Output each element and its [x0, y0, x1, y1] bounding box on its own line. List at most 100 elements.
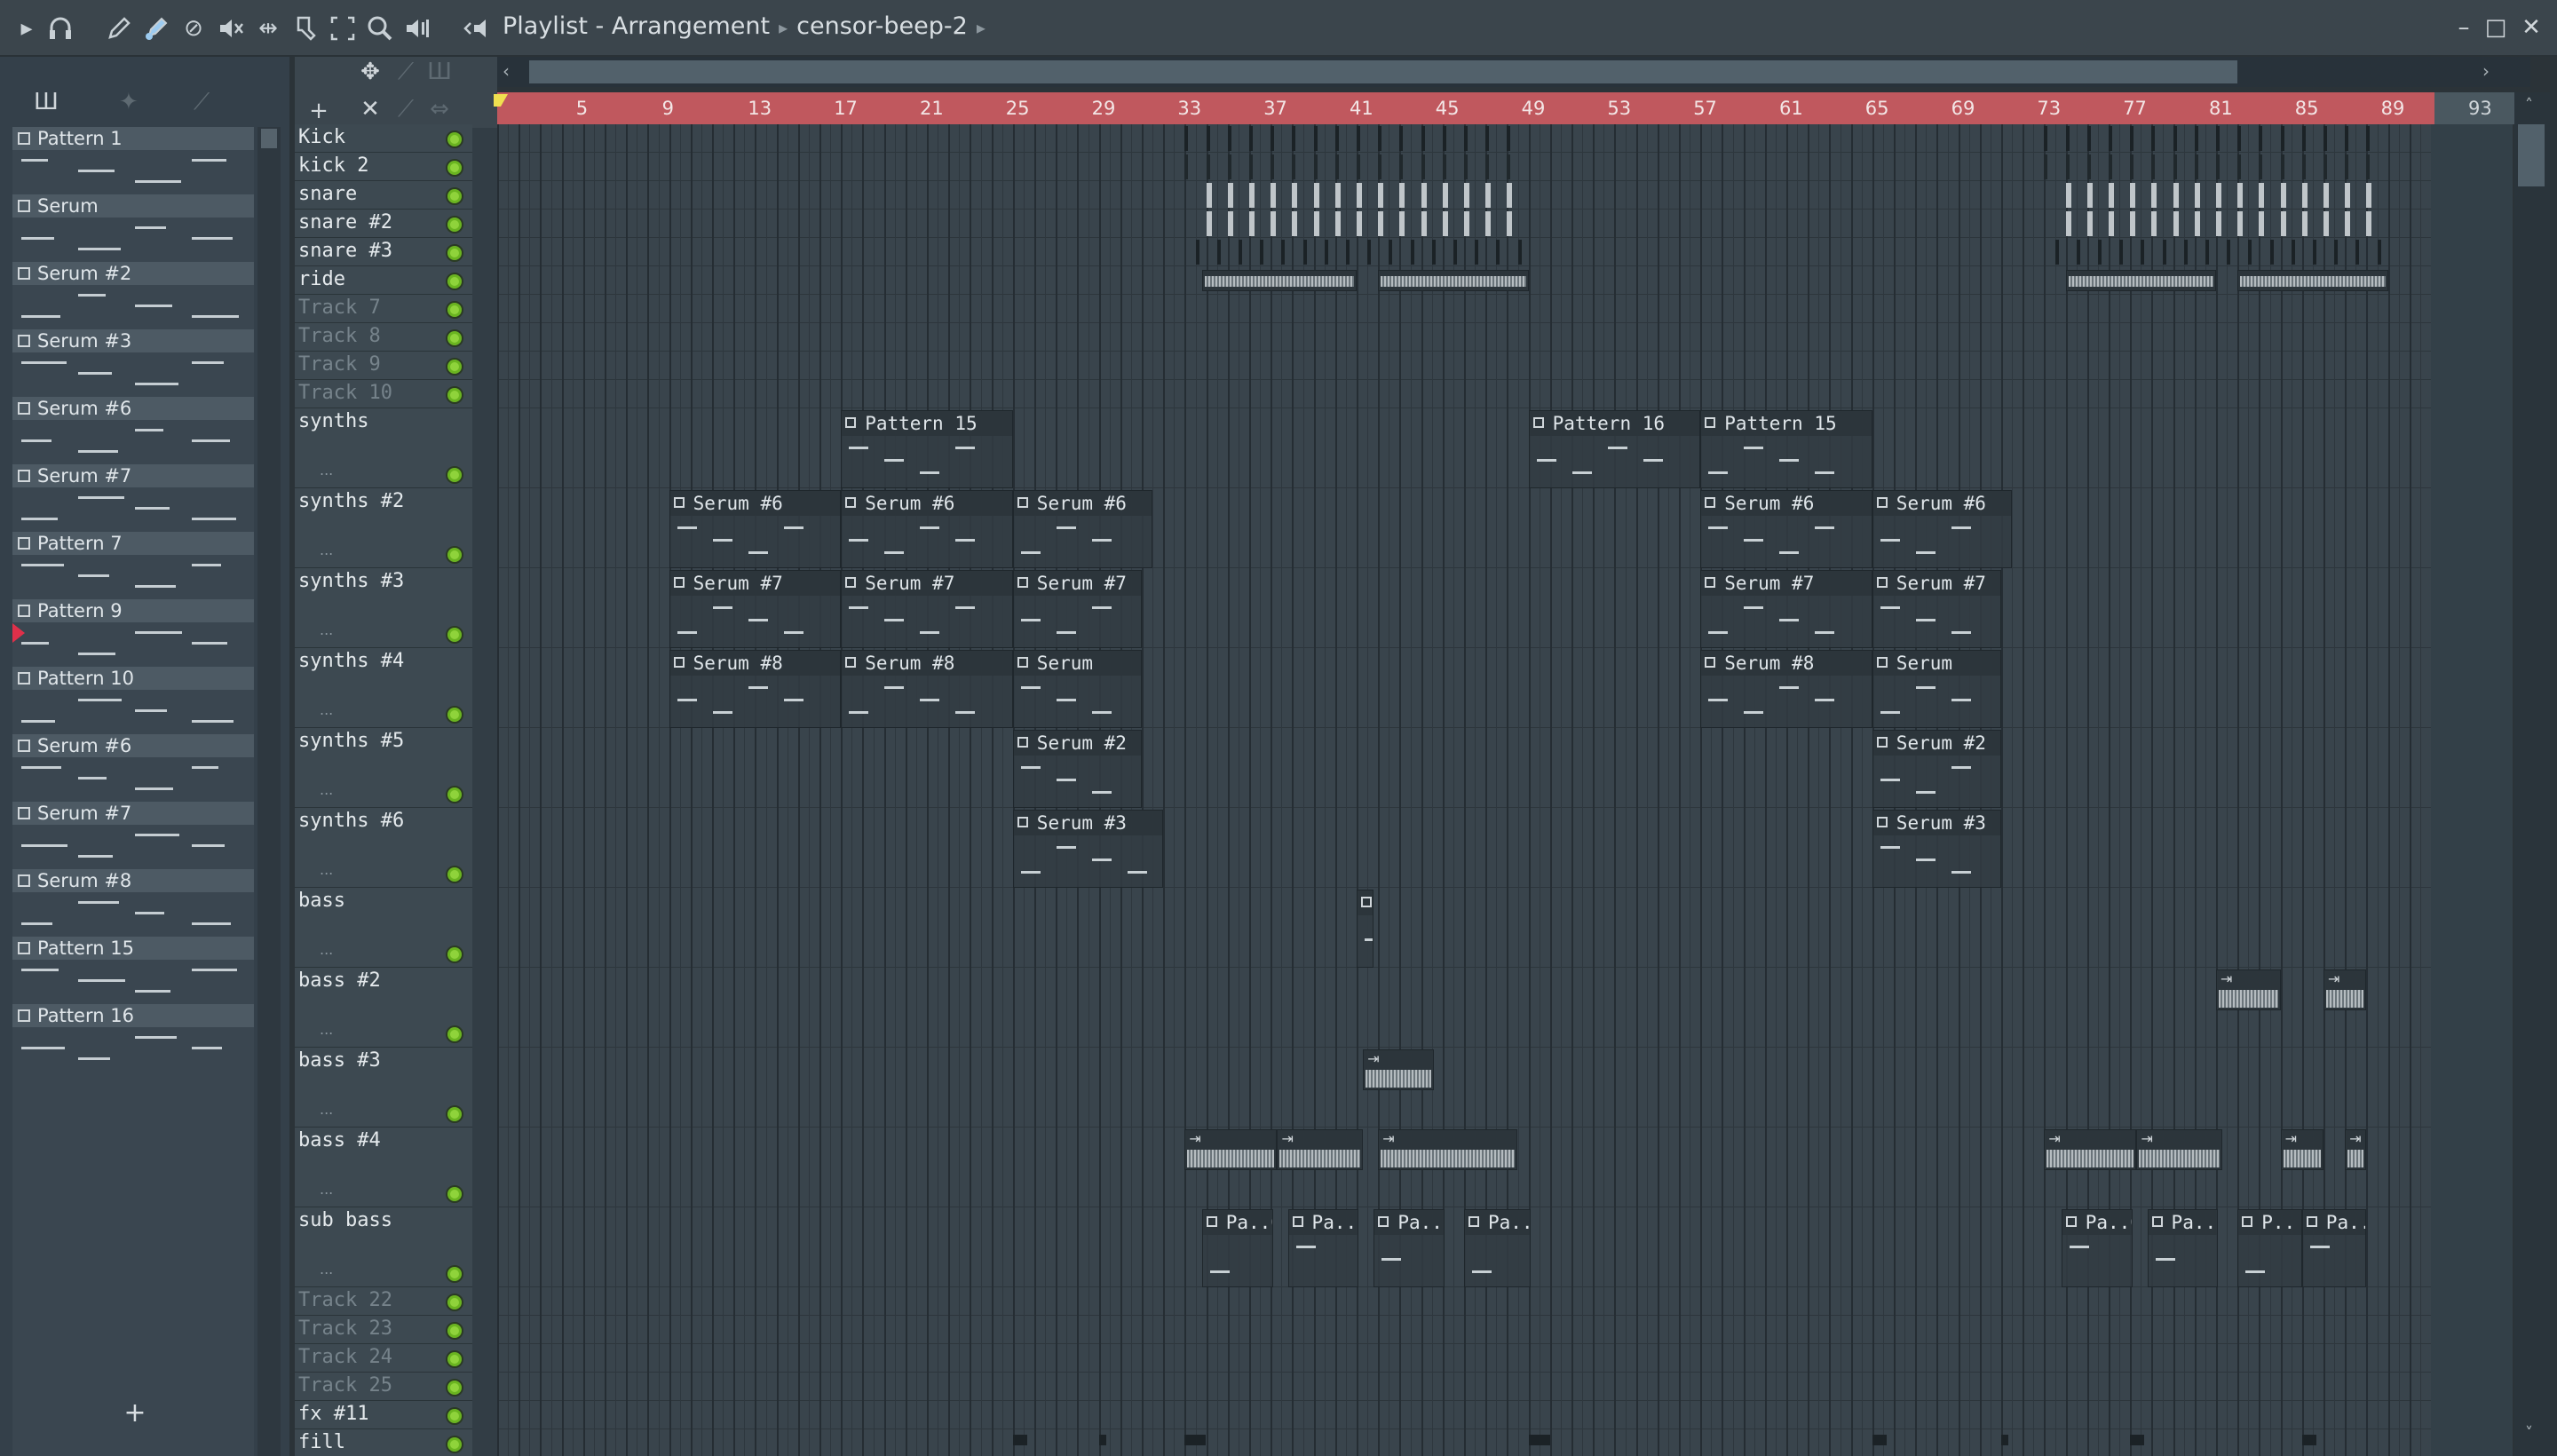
- drum-hit[interactable]: [1507, 154, 1511, 179]
- audio-clip[interactable]: ⇥: [1363, 1049, 1435, 1090]
- track-mute-led[interactable]: [446, 273, 463, 290]
- track-header[interactable]: fx #11: [295, 1401, 472, 1429]
- drum-hit[interactable]: [2194, 126, 2198, 151]
- drum-hit[interactable]: [2227, 240, 2231, 265]
- track-mute-led[interactable]: [446, 1379, 463, 1397]
- drum-hit[interactable]: [2366, 154, 2371, 179]
- drum-hit[interactable]: [2259, 154, 2263, 179]
- fill-clip[interactable]: [1872, 1435, 1887, 1445]
- drum-hit[interactable]: [2323, 126, 2327, 151]
- drum-hit[interactable]: [1485, 126, 1490, 151]
- drum-hit[interactable]: [1357, 126, 1360, 151]
- drum-hit[interactable]: [1442, 211, 1448, 236]
- pattern-item[interactable]: Pattern 16: [12, 1004, 254, 1072]
- track-mute-led[interactable]: [446, 866, 463, 883]
- track-header[interactable]: sub bass...: [295, 1207, 472, 1287]
- pattern-item[interactable]: Serum #6: [12, 734, 254, 802]
- drum-hit[interactable]: [2312, 240, 2316, 265]
- track-header[interactable]: Track 10: [295, 380, 472, 408]
- drum-hit[interactable]: [1271, 183, 1277, 208]
- drum-hit[interactable]: [2173, 154, 2177, 179]
- overview-thumb[interactable]: [529, 60, 2237, 83]
- track-options-icon[interactable]: ...: [320, 941, 333, 958]
- drum-hit[interactable]: [1485, 211, 1492, 236]
- drum-hit[interactable]: [1421, 183, 1427, 208]
- fill-clip[interactable]: [1012, 1435, 1027, 1445]
- drum-hit[interactable]: [1227, 211, 1233, 236]
- drum-hit[interactable]: [2334, 240, 2339, 265]
- track-options-icon[interactable]: ...: [320, 462, 333, 479]
- drum-hit[interactable]: [1475, 240, 1479, 265]
- drum-hit[interactable]: [1313, 154, 1318, 179]
- drum-hit[interactable]: [2130, 154, 2134, 179]
- vertical-scroll-thumb[interactable]: [2518, 124, 2545, 186]
- fill-clip[interactable]: [2001, 1435, 2008, 1445]
- fill-clip[interactable]: [2130, 1435, 2145, 1445]
- drum-hit[interactable]: [2355, 240, 2360, 265]
- drum-hit[interactable]: [2248, 240, 2252, 265]
- drum-hit[interactable]: [2301, 126, 2306, 151]
- drum-hit[interactable]: [2054, 240, 2059, 265]
- drum-hit[interactable]: [2259, 211, 2265, 236]
- speaker-menu-icon[interactable]: [462, 14, 490, 43]
- drum-hit[interactable]: [1195, 240, 1199, 265]
- drum-hit[interactable]: [1357, 183, 1362, 208]
- ride-clip[interactable]: [1378, 270, 1529, 291]
- drum-hit[interactable]: [1357, 154, 1360, 179]
- drum-hit[interactable]: [1271, 154, 1275, 179]
- drum-hit[interactable]: [1399, 126, 1404, 151]
- drum-hit[interactable]: [2151, 126, 2156, 151]
- drum-hit[interactable]: [2109, 211, 2114, 236]
- pattern-item[interactable]: Serum #7: [12, 802, 254, 869]
- drum-hit[interactable]: [2076, 240, 2080, 265]
- pattern-clip[interactable]: Serum #7: [1012, 570, 1142, 648]
- audio-clip[interactable]: ⇥: [2136, 1129, 2223, 1170]
- drum-hit[interactable]: [1292, 154, 1296, 179]
- track-options-icon[interactable]: ...: [320, 1021, 333, 1038]
- drum-hit[interactable]: [2097, 240, 2102, 265]
- track-options-icon[interactable]: ...: [320, 861, 333, 878]
- drum-hit[interactable]: [2291, 240, 2295, 265]
- drum-hit[interactable]: [1313, 211, 1319, 236]
- drum-hit[interactable]: [2044, 126, 2048, 151]
- drum-hit[interactable]: [2323, 183, 2329, 208]
- drum-hit[interactable]: [1227, 154, 1231, 179]
- track-mute-led[interactable]: [446, 466, 463, 484]
- drum-hit[interactable]: [2280, 154, 2284, 179]
- pattern-clip[interactable]: Serum: [1872, 650, 2001, 728]
- track-header[interactable]: Track 22: [295, 1287, 472, 1316]
- playhead-marker-icon[interactable]: [494, 94, 508, 107]
- minimize-button[interactable]: –: [2449, 12, 2479, 43]
- zoom-icon[interactable]: [366, 14, 394, 43]
- drum-hit[interactable]: [1345, 240, 1350, 265]
- pattern-clip[interactable]: Pa..0: [1201, 1209, 1273, 1287]
- drum-hit[interactable]: [1496, 240, 1500, 265]
- pattern-item[interactable]: Serum #3: [12, 329, 254, 397]
- pattern-clip[interactable]: Serum #6: [669, 490, 842, 568]
- drum-hit[interactable]: [2259, 126, 2263, 151]
- pattern-clip[interactable]: Serum #7: [669, 570, 842, 648]
- pattern-clip[interactable]: Serum #7: [841, 570, 1013, 648]
- scroll-right-icon[interactable]: ›: [2482, 60, 2490, 82]
- drum-hit[interactable]: [1453, 240, 1457, 265]
- drum-hit[interactable]: [1410, 240, 1414, 265]
- drum-hit[interactable]: [1302, 240, 1307, 265]
- track-mute-led[interactable]: [446, 786, 463, 803]
- pattern-clip[interactable]: Pattern 16: [1528, 410, 1701, 488]
- pattern-item[interactable]: Serum #2: [12, 262, 254, 329]
- drum-hit[interactable]: [2345, 154, 2349, 179]
- track-options-icon[interactable]: ...: [320, 621, 333, 638]
- pattern-clip[interactable]: P..: [2237, 1209, 2302, 1287]
- pattern-clip[interactable]: Pa..0: [1287, 1209, 1359, 1287]
- track-mute-led[interactable]: [446, 131, 463, 148]
- drum-hit[interactable]: [2130, 211, 2136, 236]
- drum-hit[interactable]: [1421, 154, 1425, 179]
- drum-hit[interactable]: [1485, 154, 1490, 179]
- drum-hit[interactable]: [2280, 211, 2286, 236]
- drum-hit[interactable]: [2345, 183, 2351, 208]
- piano-icon[interactable]: Ш: [424, 59, 455, 85]
- picker-scrollbar[interactable]: [257, 127, 281, 1456]
- track-mute-led[interactable]: [446, 1436, 463, 1453]
- drum-hit[interactable]: [1271, 211, 1277, 236]
- drum-hit[interactable]: [1292, 183, 1298, 208]
